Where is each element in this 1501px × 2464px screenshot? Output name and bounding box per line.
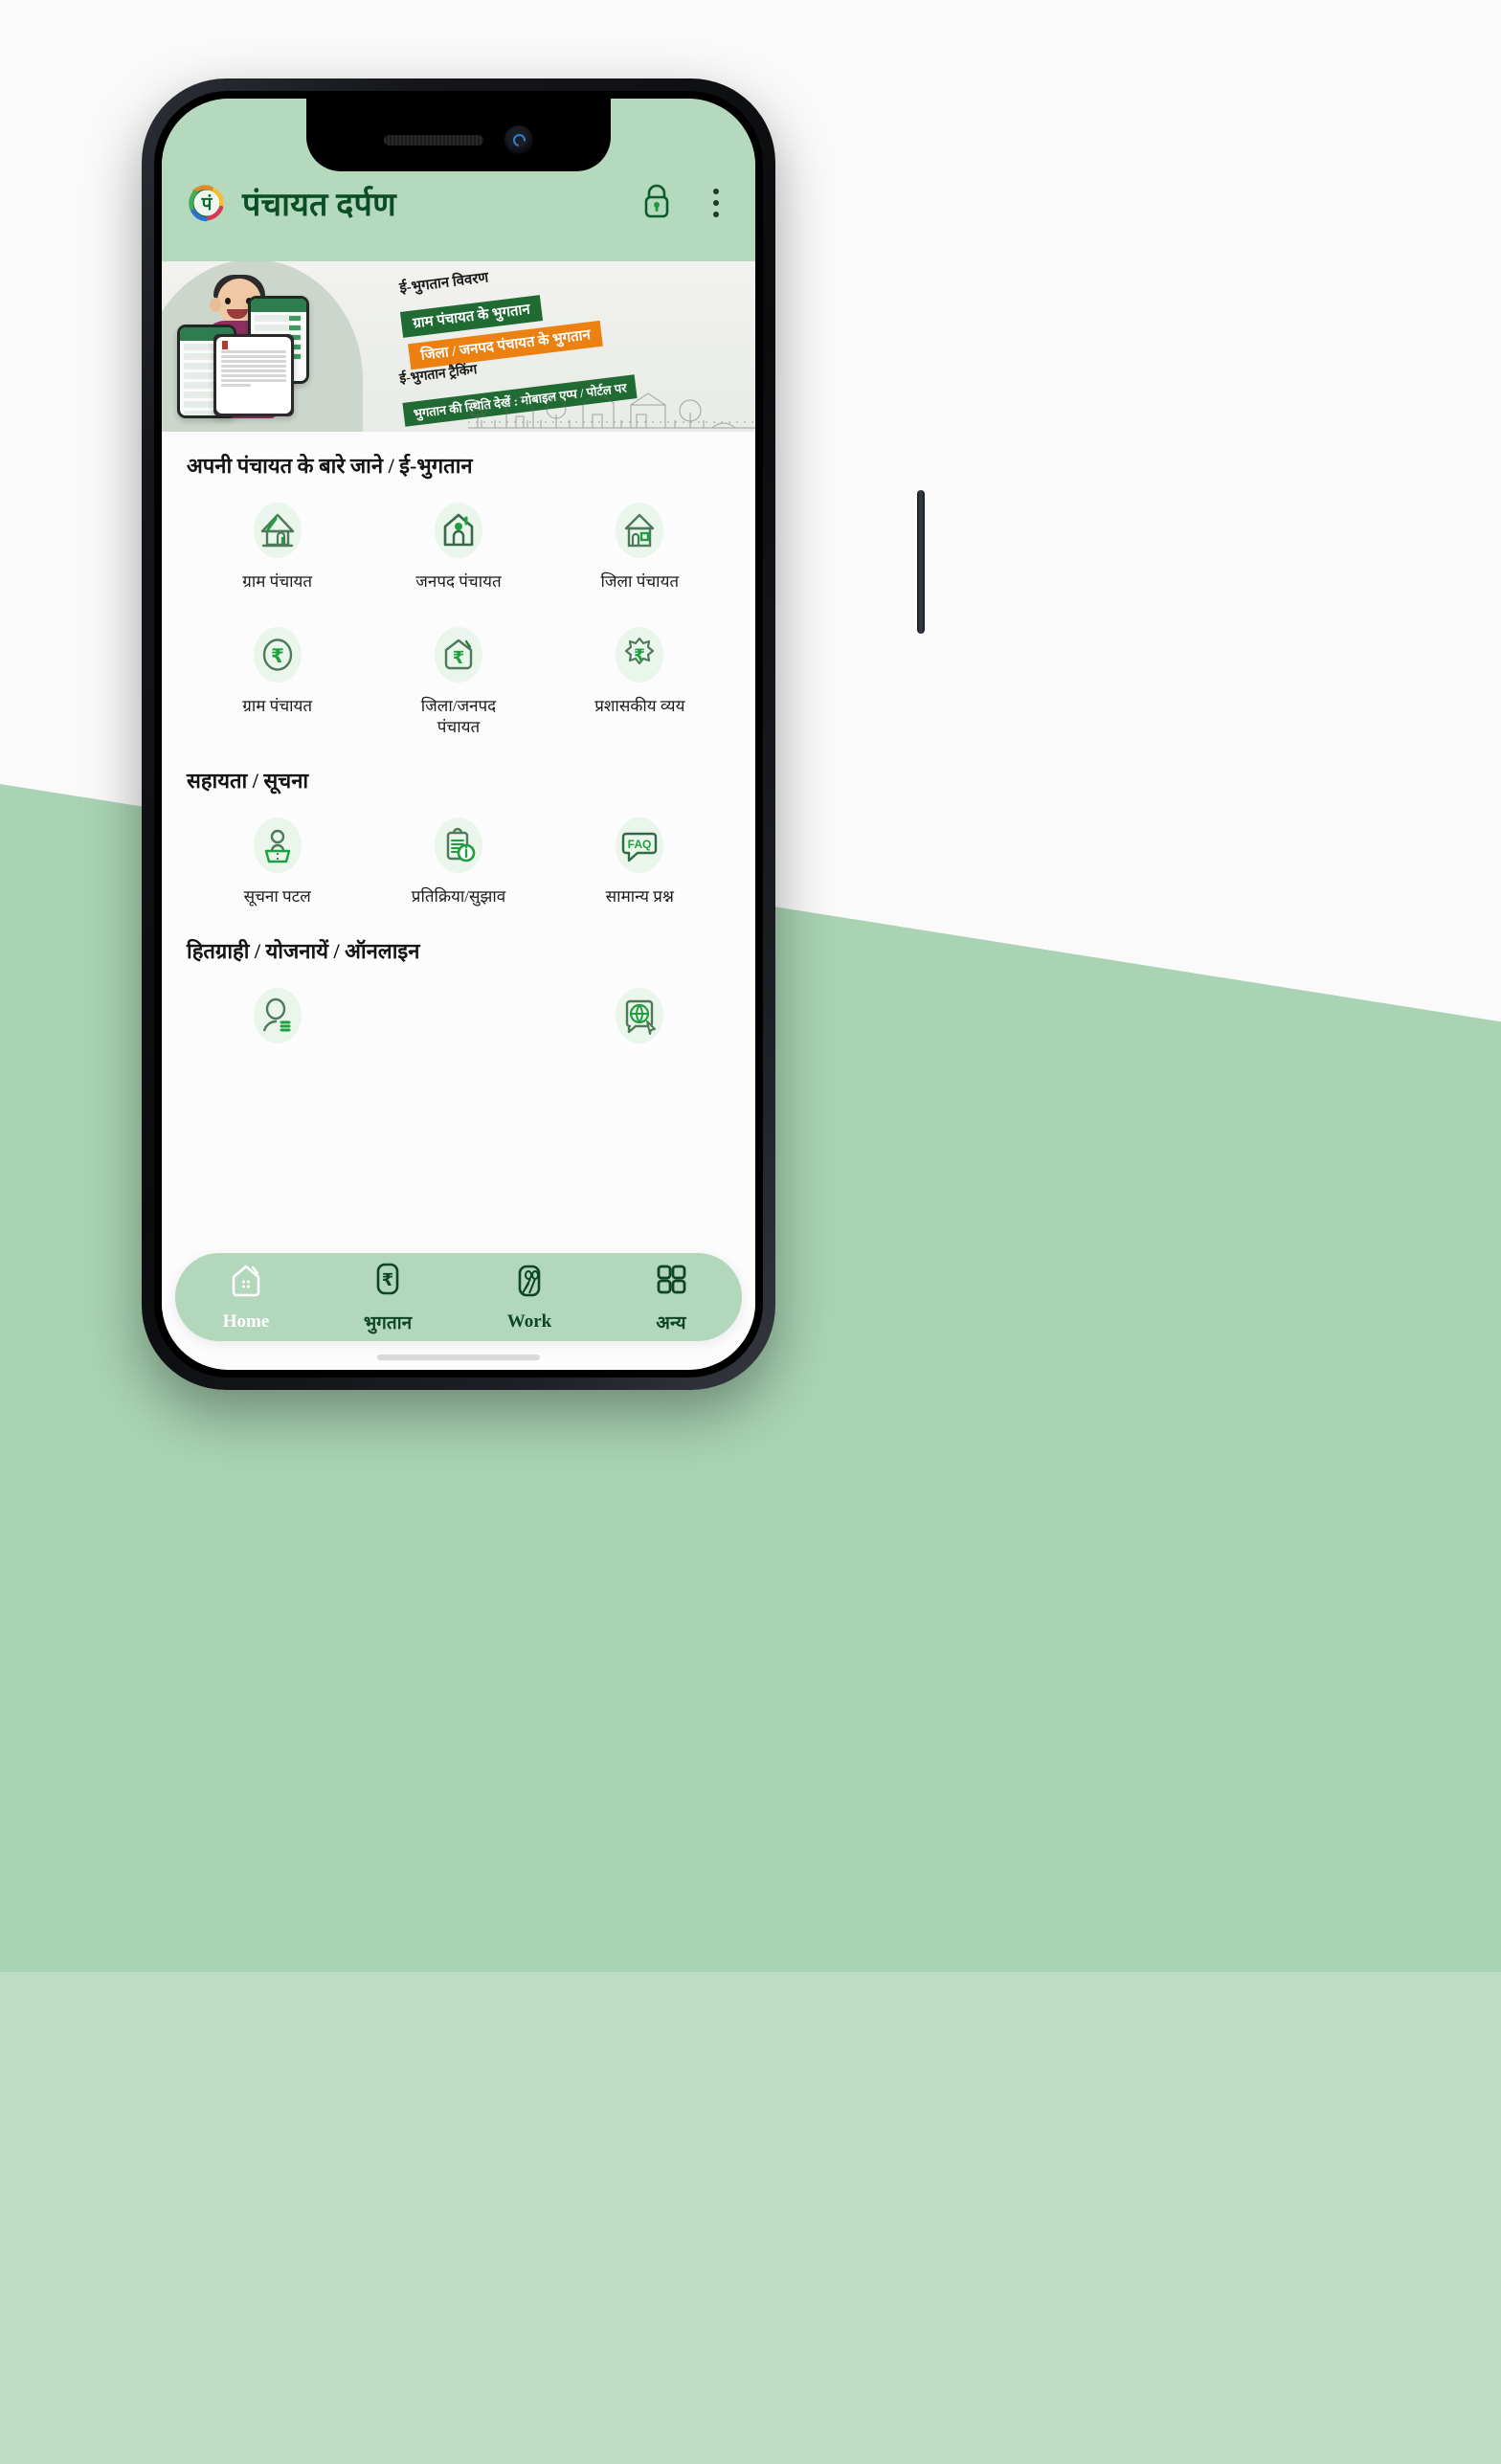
promo-banner[interactable]: ई-भुगतान विवरण ग्राम पंचायत के भुगतान जि… <box>162 261 755 432</box>
tile-label: प्रतिक्रिया/सुझाव <box>411 887 506 907</box>
earpiece-speaker-icon <box>384 134 483 146</box>
tile-grid-panchayat: ग्राम पंचायत जनपद पंचायत जिला पंचायत ₹ ग… <box>187 483 730 747</box>
tile-administrative-expense[interactable]: ₹ प्रशासकीय व्यय <box>549 608 730 748</box>
background-green-bottom-block <box>0 1972 1501 2464</box>
phone-power-button[interactable] <box>917 490 925 634</box>
nav-label: Home <box>222 1311 270 1332</box>
tile-online[interactable] <box>549 969 730 1066</box>
tile-zila-panchayat-info[interactable]: जिला पंचायत <box>549 483 730 602</box>
tile-label: सामान्य प्रश्न <box>605 887 674 907</box>
banner-village-sketch <box>468 391 755 429</box>
app-title: पंचायत दर्पण <box>242 188 396 223</box>
tile-label: ग्राम पंचायत <box>242 696 313 715</box>
app-logo-icon: पं <box>183 179 231 227</box>
tile-label: जनपद पंचायत <box>415 572 502 591</box>
svg-text:₹: ₹ <box>271 644 284 667</box>
home-indicator <box>377 1355 540 1360</box>
bottom-navigation-bar: Home ₹ भुगतान Work अन्य <box>175 1253 742 1341</box>
phone-screen: पं पंचायत दर्पण 4.6 <box>162 99 755 1370</box>
rupee-payment-icon: ₹ <box>369 1260 407 1303</box>
phone-notch <box>306 99 611 171</box>
notice-board-icon <box>248 816 307 875</box>
tile-label: प्रशासकीय व्यय <box>594 696 685 715</box>
app-logo-letter: पं <box>201 193 213 214</box>
tile-label: सूचना पटल <box>243 887 311 907</box>
home-icon <box>227 1262 265 1305</box>
tile-gram-panchayat-payment[interactable]: ₹ ग्राम पंचायत <box>187 608 368 748</box>
village-panchayat-house-icon <box>248 501 307 560</box>
tile-notice-board[interactable]: सूचना पटल <box>187 798 368 917</box>
tile-empty-spacer <box>368 969 549 1066</box>
tile-gram-panchayat-info[interactable]: ग्राम पंचायत <box>187 483 368 602</box>
rupee-circle-icon: ₹ <box>248 625 307 684</box>
nav-label: अन्य <box>656 1313 686 1333</box>
nav-item-payment[interactable]: ₹ भुगतान <box>317 1260 459 1334</box>
zila-panchayat-house-icon <box>610 501 669 560</box>
tile-beneficiary[interactable] <box>187 969 368 1066</box>
tile-janpad-panchayat-info[interactable]: जनपद पंचायत <box>368 483 549 602</box>
front-camera-icon <box>504 125 533 154</box>
tile-label: जिला/जनपद पंचायत <box>420 696 497 736</box>
work-road-icon <box>510 1262 549 1305</box>
nav-item-more[interactable]: अन्य <box>600 1260 742 1334</box>
nav-item-work[interactable]: Work <box>459 1262 600 1333</box>
main-content: अपनी पंचायत के बारे जाने / ई-भुगतान ग्रा… <box>162 432 755 1370</box>
feedback-clipboard-icon <box>429 816 488 875</box>
svg-text:FAQ: FAQ <box>628 838 652 851</box>
tile-faq[interactable]: FAQ सामान्य प्रश्न <box>549 798 730 917</box>
tile-grid-help: सूचना पटल प्रतिक्रिया/सुझाव FAQ सामान्य … <box>187 798 730 917</box>
janpad-panchayat-house-icon <box>429 501 488 560</box>
section-title-help: सहायता / सूचना <box>187 769 309 794</box>
banner-tablet <box>213 334 294 416</box>
rupee-star-icon: ₹ <box>610 625 669 684</box>
tile-label: ग्राम पंचायत <box>242 572 313 591</box>
svg-text:₹: ₹ <box>453 648 465 668</box>
online-globe-icon <box>610 986 669 1045</box>
tile-zila-janpad-payment[interactable]: ₹ जिला/जनपद पंचायत <box>368 608 549 748</box>
beneficiary-person-icon <box>248 986 307 1045</box>
tile-label: जिला पंचायत <box>600 572 680 591</box>
kebab-menu-icon[interactable] <box>702 184 730 222</box>
rupee-house-icon: ₹ <box>429 625 488 684</box>
nav-label: भुगतान <box>363 1313 413 1333</box>
faq-bubble-icon: FAQ <box>610 816 669 875</box>
phone-bezel: पं पंचायत दर्पण 4.6 <box>154 91 763 1378</box>
svg-text:₹: ₹ <box>634 646 645 665</box>
phone-device-frame: पं पंचायत दर्पण 4.6 <box>142 78 925 1390</box>
grid-more-icon <box>652 1260 690 1303</box>
lock-icon[interactable] <box>638 181 675 226</box>
nav-label: Work <box>506 1311 552 1332</box>
svg-text:₹: ₹ <box>382 1270 394 1290</box>
section-title-schemes: हितग्राही / योजनायें / ऑनलाइन <box>187 939 420 963</box>
nav-item-home[interactable]: Home <box>175 1262 317 1333</box>
tile-feedback[interactable]: प्रतिक्रिया/सुझाव <box>368 798 549 917</box>
banner-line-1: ई-भुगतान विवरण <box>398 270 490 297</box>
section-title-panchayat: अपनी पंचायत के बारे जाने / ई-भुगतान <box>187 454 473 478</box>
tile-grid-schemes <box>187 969 730 1066</box>
